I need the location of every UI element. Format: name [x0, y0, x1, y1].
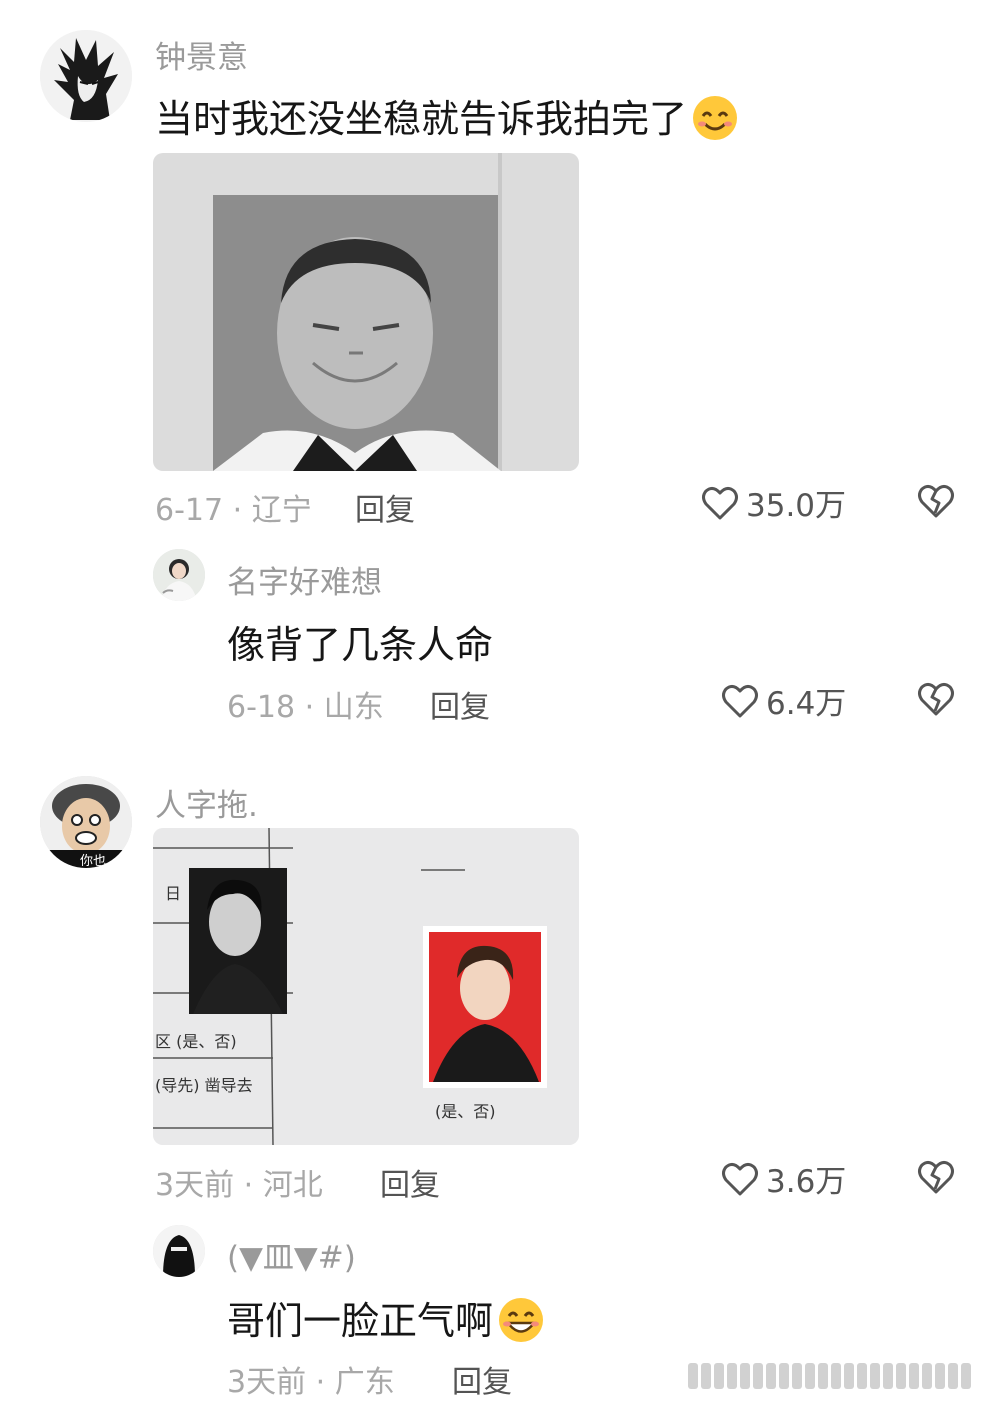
reply-button[interactable]: 回复 — [380, 1160, 440, 1204]
comment-image[interactable] — [153, 153, 579, 471]
heart-icon — [722, 1162, 758, 1195]
avatar[interactable] — [153, 549, 205, 601]
comment-image[interactable]: 日 区 (是、否) (导先) 凿导去 (是、否) — [153, 828, 579, 1145]
comment-meta: 6-17 · 辽宁 — [155, 493, 312, 528]
comment-meta: 3天前 · 广东 — [227, 1365, 395, 1400]
comment-meta: 3天前 · 河北 — [155, 1168, 323, 1203]
grin-emoji-icon — [497, 1296, 545, 1344]
reply-button[interactable]: 回复 — [452, 1357, 512, 1401]
form-label: (导先) 凿导去 — [155, 1076, 253, 1095]
broken-heart-icon[interactable] — [916, 1157, 956, 1197]
reply-button[interactable]: 回复 — [430, 682, 490, 726]
avatar[interactable] — [40, 30, 132, 122]
broken-heart-icon[interactable] — [916, 679, 956, 719]
avatar[interactable] — [153, 1225, 205, 1277]
smile-emoji-icon — [691, 94, 739, 142]
watermark — [688, 1358, 988, 1394]
form-label: 区 (是、否) — [155, 1032, 237, 1051]
like-button[interactable]: 3.6万 — [720, 1156, 846, 1201]
comment-text: 当时我还没坐稳就告诉我拍完了 — [155, 88, 739, 146]
comment-text: 像背了几条人命 — [227, 623, 494, 667]
username[interactable]: 钟景意 — [155, 32, 248, 77]
username[interactable]: (▼皿▼#) — [227, 1232, 356, 1277]
broken-heart-icon[interactable] — [916, 481, 956, 521]
reply-button[interactable]: 回复 — [355, 485, 415, 529]
like-count: 3.6万 — [766, 1164, 847, 1200]
heart-icon — [722, 684, 758, 717]
username[interactable]: 人字拖. — [155, 780, 258, 825]
like-count: 35.0万 — [746, 488, 847, 524]
comment-meta: 6-18 · 山东 — [227, 690, 384, 725]
username[interactable]: 名字好难想 — [227, 557, 382, 602]
form-label: 日 — [165, 884, 182, 903]
avatar-caption: 你也 — [80, 854, 107, 868]
heart-icon — [702, 486, 738, 519]
avatar[interactable]: 你也 — [40, 776, 132, 868]
form-label: (是、否) — [435, 1102, 496, 1121]
like-button[interactable]: 35.0万 — [700, 480, 846, 525]
like-button[interactable]: 6.4万 — [720, 678, 846, 723]
comment-text: 哥们一脸正气啊 — [227, 1290, 545, 1348]
like-count: 6.4万 — [766, 686, 847, 722]
